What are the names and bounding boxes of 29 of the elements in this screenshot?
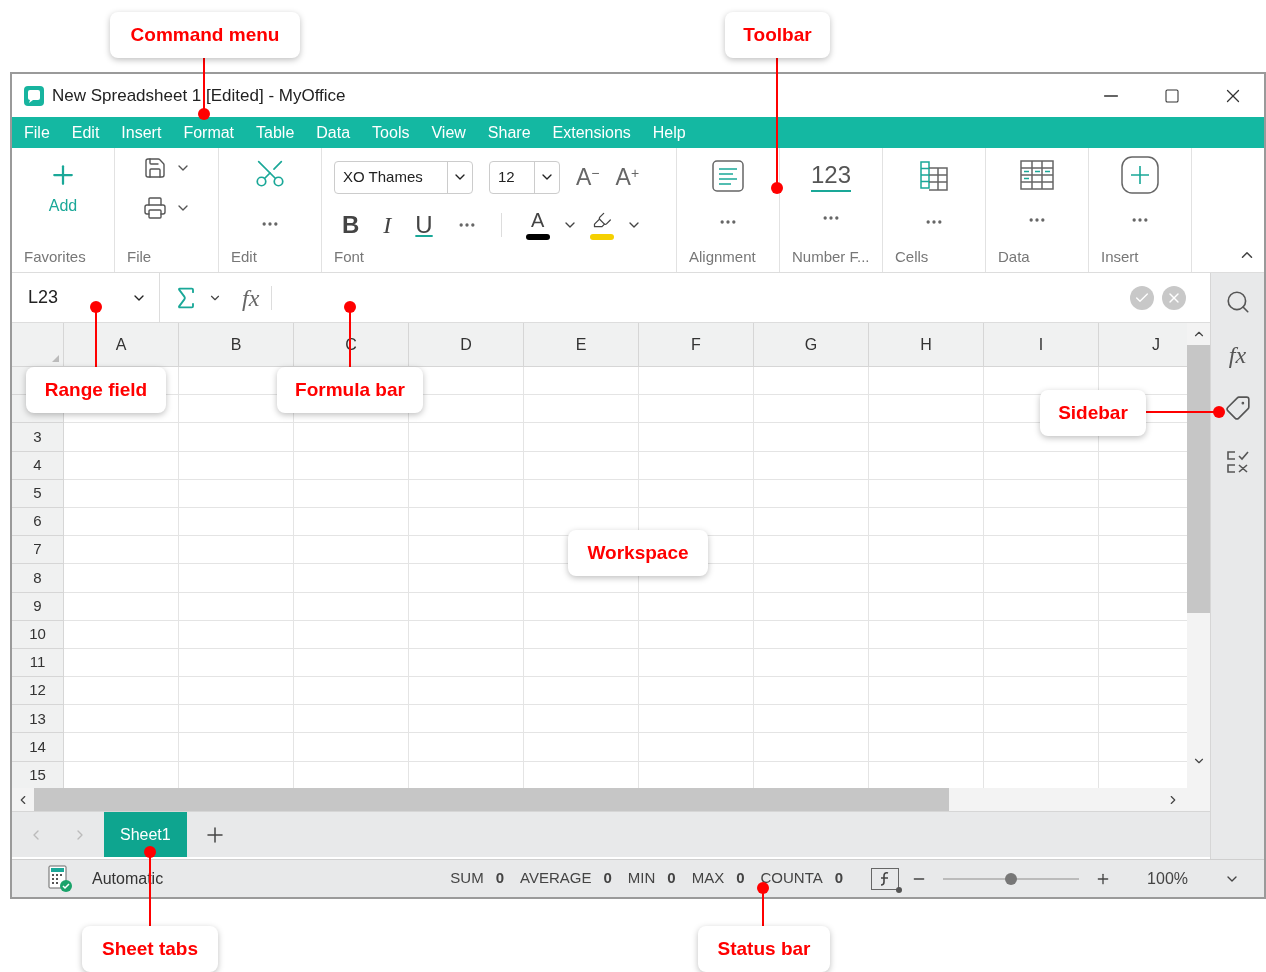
stat-value: 0 [603,868,612,889]
stat-label: SUM [450,868,484,889]
callout-tooltip: Sheet tabs [82,926,218,972]
group-label: Insert [1100,246,1140,267]
group-label: Data [997,246,1031,267]
group-label: Favorites [23,246,87,267]
callout-tooltip: Command menu [110,12,300,58]
callout-tooltip: Status bar [698,926,830,972]
stat-label: COUNTA [760,868,823,889]
group-label: Alignment [688,246,757,267]
callout-tooltip: Formula bar [277,367,423,413]
stat-value: 0 [667,868,676,889]
stat-label: MAX [691,868,725,889]
callout-tooltip: Workspace [568,530,708,576]
callout-tooltip: Toolbar [725,12,830,58]
zoom-percent: 100% [1147,868,1188,889]
stat-value: 0 [495,868,505,889]
group-label: Number F... [791,246,871,267]
callout-tooltip: Range field [26,367,166,413]
group-label: Font [333,246,365,267]
callout-tooltip: Sidebar [1040,390,1146,436]
stat-value: 0 [834,868,844,889]
group-label: Cells [894,246,930,267]
stat-value: 0 [736,868,745,889]
group-label: Edit [230,246,258,267]
group-label: File [126,246,153,267]
window-title: New Spreadsheet 1 [Edited] - MyOffice [52,84,346,107]
stat-label: AVERAGE [520,868,592,889]
stat-label: MIN [627,868,656,889]
